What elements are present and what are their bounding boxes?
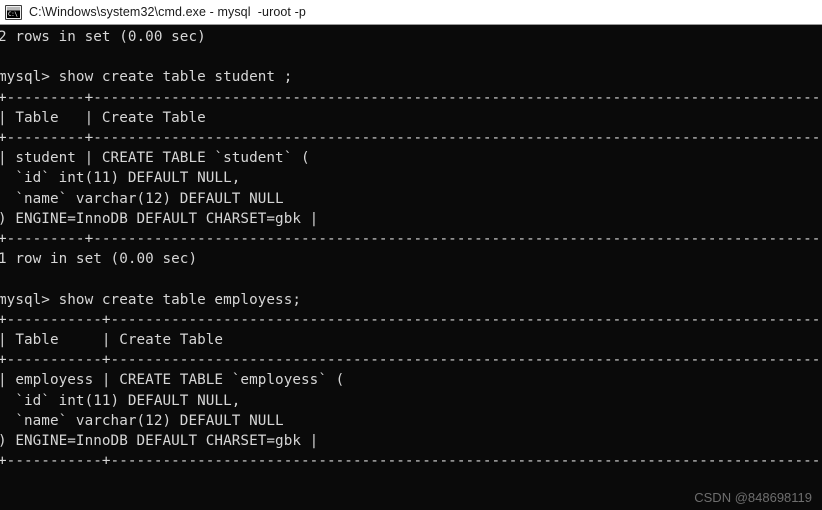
window-title: C:\Windows\system32\cmd.exe - mysql -uro… xyxy=(29,5,306,19)
csdn-watermark: CSDN @848698119 xyxy=(694,490,812,505)
cmd-console-icon: C:\ xyxy=(5,4,22,20)
console-output-area[interactable]: 2 rows in set (0.00 sec) mysql> show cre… xyxy=(0,25,822,510)
cmd-window: C:\ C:\Windows\system32\cmd.exe - mysql … xyxy=(0,0,822,510)
icon-screen-text: C:\ xyxy=(7,10,20,18)
console-text-buffer: 2 rows in set (0.00 sec) mysql> show cre… xyxy=(0,29,822,470)
window-titlebar[interactable]: C:\ C:\Windows\system32\cmd.exe - mysql … xyxy=(0,0,822,25)
